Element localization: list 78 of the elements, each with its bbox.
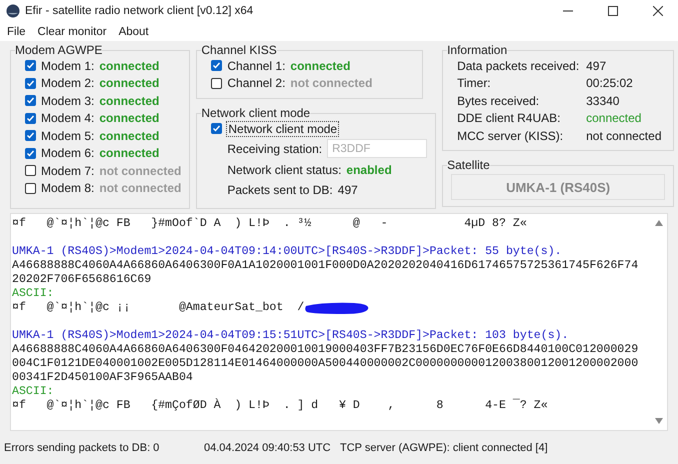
monitor-line: ¤f @`¤¦h`¦@c FB }#mOof`D A ) L!Þ . ³½ @ - 4µD 8? Z«: [12, 217, 527, 231]
monitor-line: 00341F2D450100AF3F965AAB04: [12, 371, 193, 385]
checkbox[interactable]: [211, 78, 222, 89]
group-title: Network client mode: [201, 106, 310, 120]
app-icon: [6, 4, 20, 18]
item-label: Modem 5:: [41, 128, 94, 143]
group-title: Information: [447, 43, 508, 57]
status-text: not connected: [290, 76, 372, 90]
monitor-line: ASCII:: [12, 287, 54, 301]
item-label: Modem 2:: [41, 76, 94, 90]
item-label: Modem 6:: [41, 146, 94, 160]
checkbox[interactable]: [211, 123, 222, 134]
scroll-up-icon[interactable]: [655, 220, 663, 226]
group-title: Modem AGWPE: [15, 43, 102, 57]
status-text: connected: [99, 146, 160, 160]
group-title: Satellite: [447, 158, 490, 172]
item-label: Modem 1:: [41, 58, 94, 73]
field-label: Packets sent to DB:: [227, 182, 333, 196]
info-label: Data packets received:: [457, 58, 580, 73]
info-label: Timer:: [457, 76, 492, 90]
menu-item[interactable]: File: [2, 26, 31, 38]
status-text: connected: [99, 76, 160, 90]
info-value: not connected: [586, 128, 662, 143]
close-icon: [653, 6, 663, 16]
status-text: connected: [99, 128, 160, 143]
status-text: not connected: [99, 164, 182, 178]
field-value: 497: [338, 182, 358, 196]
checkbox[interactable]: [25, 112, 36, 124]
group-title: Channel KISS: [201, 43, 277, 57]
info-label: Bytes received:: [457, 94, 540, 108]
menu-item[interactable]: Clear monitor: [32, 26, 112, 38]
scroll-down-icon[interactable]: [655, 418, 663, 424]
monitor-line: UMKA-1 (RS40S)>Modem1>2024-04-04T09:15:51UTC>[RS40S->R3DDF]>Packet: 103 byte(s).: [12, 329, 569, 343]
status-text: connected: [99, 111, 160, 126]
item-label: Modem 7:: [41, 164, 94, 178]
status-text: connected: [99, 94, 160, 108]
monitor-line: UMKA-1 (RS40S)>Modem1>2024-04-04T09:14:00UTC>[RS40S->R3DDF]>Packet: 55 byte(s).: [12, 245, 562, 259]
status-text: Errors sending packets to DB: 0: [4, 442, 160, 454]
field-label: Receiving station:: [227, 142, 322, 156]
monitor-line: ¤f @`¤¦h`¦@c ¡¡ @AmateurSat_bot /: [12, 301, 304, 315]
window-title: Efir - satellite radio network client [v0.12] x64: [25, 5, 254, 17]
item-label: Channel 2:: [227, 76, 286, 90]
maximize-icon: [608, 6, 618, 16]
item-label: Channel 1:: [227, 58, 286, 73]
info-value: 497: [586, 58, 606, 73]
status-text: not connected: [99, 181, 182, 196]
monitor-line: A46688888C4060A4A66860A6406300F0A1A1020001001F000D0A2020202040416D61746575725361745F626F74: [12, 259, 638, 273]
monitor-line: ¤f @`¤¦h`¦@c FB {#mÇofØD À ) L!Þ . ] d ¥ D , 8 4-E ¯? Z«: [12, 399, 548, 413]
status-text: TCP server (AGWPE): client connected [4]: [340, 442, 549, 454]
station-field[interactable]: R3DDF: [327, 139, 428, 158]
item-label: Modem 4:: [41, 111, 94, 126]
satellite-name: UMKA-1 (RS40S): [451, 174, 666, 200]
checkbox[interactable]: [211, 60, 222, 72]
info-label: DDE client R4UAB:: [457, 111, 562, 126]
info-value: 00:25:02: [586, 76, 633, 90]
checkbox[interactable]: [25, 148, 36, 159]
status-text: enabled: [346, 162, 392, 176]
monitor-line: 004C1F0121DE040001002E005D128114E01464000000A500440000002C00000000001200380012001200002000: [12, 357, 638, 371]
menu-item[interactable]: About: [114, 26, 154, 38]
field-label: Network client status:: [227, 162, 342, 176]
info-value: connected: [586, 111, 642, 126]
checkbox[interactable]: [25, 130, 36, 142]
status-text: connected: [99, 58, 160, 73]
info-label: MCC server (KISS):: [457, 128, 564, 143]
checkbox[interactable]: [25, 165, 36, 176]
checkbox[interactable]: [25, 78, 36, 89]
item-label: Modem 8:: [41, 181, 94, 196]
status-text: connected: [290, 58, 350, 73]
monitor-line: 20202F706F6568616C69: [12, 273, 152, 287]
checkbox[interactable]: [25, 95, 36, 106]
monitor-line: ASCII:: [12, 385, 54, 399]
info-value: 33340: [586, 94, 620, 108]
monitor-line: A46688888C4060A4A66860A6406300F046420200010019000403FF7B23156D0EC76F0E66D8440100C012000029: [12, 343, 638, 357]
item-label: Modem 3:: [41, 94, 94, 108]
checkbox[interactable]: [25, 182, 36, 194]
status-text: 04.04.2024 09:40:53 UTC: [204, 442, 332, 454]
checkbox-label[interactable]: Network client mode: [227, 122, 338, 136]
checkbox[interactable]: [25, 60, 36, 72]
